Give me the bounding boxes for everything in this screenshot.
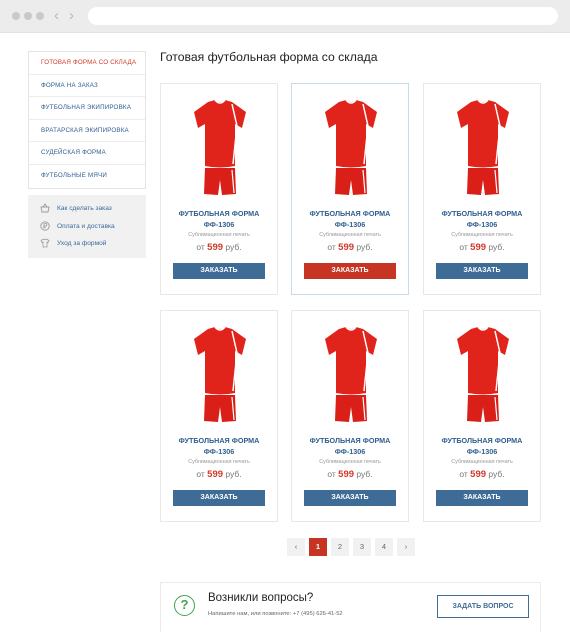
pagination-next-button[interactable]: › <box>397 538 415 556</box>
product-description: Сублимационная печать <box>188 459 250 465</box>
order-button[interactable]: ЗАКАЗАТЬ <box>173 490 265 506</box>
football-kit-image <box>457 326 509 422</box>
football-kit-image <box>325 99 377 195</box>
order-button[interactable]: ЗАКАЗАТЬ <box>304 490 396 506</box>
help-link-care[interactable]: Уход за формой <box>40 236 106 250</box>
product-card[interactable]: ФУТБОЛЬНАЯ ФОРМА ФФ-1306 Сублимационная … <box>291 310 409 522</box>
football-kit-image <box>194 326 246 422</box>
pagination-page-3[interactable]: 3 <box>353 538 371 556</box>
product-price: от 599 руб. <box>424 242 540 253</box>
product-code[interactable]: ФФ-1306 <box>161 219 277 230</box>
product-description: Сублимационная печать <box>451 459 513 465</box>
price-prefix: от <box>327 242 336 252</box>
pagination-page-2[interactable]: 2 <box>331 538 349 556</box>
window-dot-icon[interactable] <box>36 12 44 20</box>
product-name[interactable]: ФУТБОЛЬНАЯ ФОРМА <box>161 208 277 219</box>
question-mark-icon: ? <box>174 595 195 616</box>
price-value: 599 <box>470 469 487 480</box>
pagination-page-1[interactable]: 1 <box>309 538 327 556</box>
product-price: от 599 руб. <box>424 469 540 480</box>
price-currency: руб. <box>488 469 505 479</box>
product-description: Сублимационная печать <box>319 459 381 465</box>
product-description: Сублимационная печать <box>451 232 513 238</box>
help-link-payment[interactable]: Оплата и доставка <box>40 219 115 233</box>
order-button[interactable]: ЗАКАЗАТЬ <box>436 490 528 506</box>
product-name[interactable]: ФУТБОЛЬНАЯ ФОРМА <box>424 435 540 446</box>
product-price: от 599 руб. <box>292 242 408 253</box>
product-card[interactable]: ФУТБОЛЬНАЯ ФОРМА ФФ-1306 Сублимационная … <box>160 83 278 295</box>
football-kit-image <box>325 326 377 422</box>
football-kit-image <box>194 99 246 195</box>
questions-box: ? Возникли вопросы? Напишите нам, или по… <box>160 582 541 632</box>
product-description: Сублимационная печать <box>319 232 381 238</box>
price-value: 599 <box>207 242 224 253</box>
price-prefix: от <box>459 242 468 252</box>
price-currency: руб. <box>356 469 373 479</box>
football-kit-image <box>457 99 509 195</box>
product-name[interactable]: ФУТБОЛЬНАЯ ФОРМА <box>161 435 277 446</box>
order-button[interactable]: ЗАКАЗАТЬ <box>173 263 265 279</box>
basket-icon <box>40 203 50 213</box>
sidebar-item-goalkeeper[interactable]: Вратарская экипировка <box>29 120 145 143</box>
product-card[interactable]: ФУТБОЛЬНАЯ ФОРМА ФФ-1306 Сублимационная … <box>423 83 541 295</box>
price-prefix: от <box>196 469 205 479</box>
product-name[interactable]: ФУТБОЛЬНАЯ ФОРМА <box>292 208 408 219</box>
back-arrow-icon[interactable]: ‹ <box>54 6 59 26</box>
price-prefix: от <box>327 469 336 479</box>
help-link-label: Оплата и доставка <box>57 222 115 230</box>
product-name[interactable]: ФУТБОЛЬНАЯ ФОРМА <box>424 208 540 219</box>
price-value: 599 <box>338 242 355 253</box>
product-price: от 599 руб. <box>292 469 408 480</box>
product-card[interactable]: ФУТБОЛЬНАЯ ФОРМА ФФ-1306 Сублимационная … <box>423 310 541 522</box>
product-code[interactable]: ФФ-1306 <box>161 446 277 457</box>
browser-toolbar: ‹ › <box>0 0 570 33</box>
questions-subtitle: Напишите нам, или позвоните: +7 (495) 62… <box>208 611 343 617</box>
help-link-label: Как сделать заказ <box>57 204 112 212</box>
sidebar-item-balls[interactable]: Футбольные мячи <box>29 165 145 188</box>
order-button[interactable]: ЗАКАЗАТЬ <box>304 263 396 279</box>
product-price: от 599 руб. <box>161 242 277 253</box>
price-currency: руб. <box>356 242 373 252</box>
window-dot-icon[interactable] <box>12 12 20 20</box>
help-link-order[interactable]: Как сделать заказ <box>40 201 112 215</box>
sidebar-item-referee[interactable]: Судейская форма <box>29 142 145 165</box>
product-code[interactable]: ФФ-1306 <box>292 446 408 457</box>
price-prefix: от <box>459 469 468 479</box>
questions-title: Возникли вопросы? <box>208 592 314 604</box>
product-price: от 599 руб. <box>161 469 277 480</box>
window-dot-icon[interactable] <box>24 12 32 20</box>
forward-arrow-icon[interactable]: › <box>69 6 74 26</box>
sidebar-item-stock[interactable]: Готовая форма со склада <box>29 52 145 75</box>
product-card[interactable]: ФУТБОЛЬНАЯ ФОРМА ФФ-1306 Сублимационная … <box>160 310 278 522</box>
sidebar-item-custom[interactable]: Форма на заказ <box>29 75 145 98</box>
product-card[interactable]: ФУТБОЛЬНАЯ ФОРМА ФФ-1306 Сублимационная … <box>291 83 409 295</box>
product-description: Сублимационная печать <box>188 232 250 238</box>
pagination-prev-button[interactable]: ‹ <box>287 538 305 556</box>
shirt-icon <box>40 238 50 248</box>
product-code[interactable]: ФФ-1306 <box>292 219 408 230</box>
address-bar[interactable] <box>88 7 558 25</box>
price-value: 599 <box>338 469 355 480</box>
price-currency: руб. <box>225 469 242 479</box>
price-value: 599 <box>470 242 487 253</box>
page-title: Готовая футбольная форма со склада <box>160 50 378 64</box>
browser-window: ‹ › Готовая форма со склада Форма на зак… <box>0 0 570 640</box>
product-code[interactable]: ФФ-1306 <box>424 219 540 230</box>
help-link-label: Уход за формой <box>57 239 107 247</box>
price-currency: руб. <box>488 242 505 252</box>
price-prefix: от <box>196 242 205 252</box>
sidebar-item-equipment[interactable]: Футбольная экипировка <box>29 97 145 120</box>
product-code[interactable]: ФФ-1306 <box>424 446 540 457</box>
ruble-coin-icon <box>40 221 50 231</box>
help-links-box: Как сделать заказ Оплата и доставка Уход… <box>28 195 146 258</box>
pagination-page-4[interactable]: 4 <box>375 538 393 556</box>
category-menu: Готовая форма со склада Форма на заказ Ф… <box>28 51 146 189</box>
price-currency: руб. <box>225 242 242 252</box>
order-button[interactable]: ЗАКАЗАТЬ <box>436 263 528 279</box>
ask-question-button[interactable]: ЗАДАТЬ ВОПРОС <box>437 595 529 618</box>
product-name[interactable]: ФУТБОЛЬНАЯ ФОРМА <box>292 435 408 446</box>
price-value: 599 <box>207 469 224 480</box>
